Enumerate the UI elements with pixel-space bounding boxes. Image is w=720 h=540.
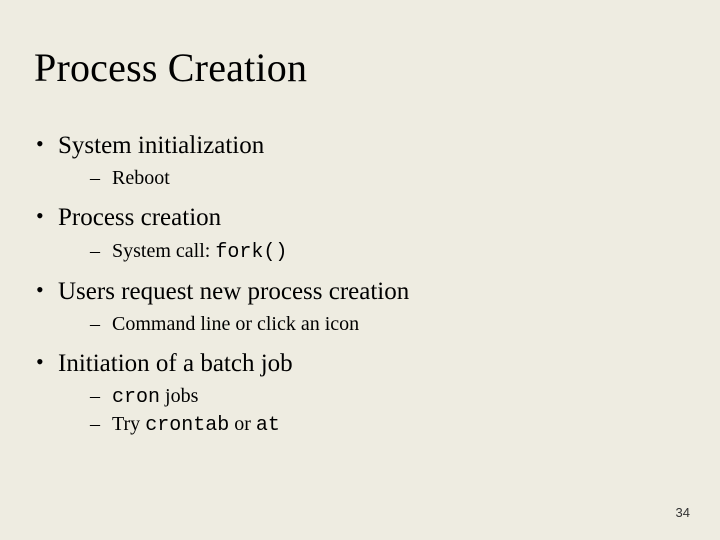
sub-item: Try crontab or at — [58, 411, 680, 439]
sub-prefix: Try — [112, 413, 145, 435]
sub-text: Reboot — [112, 167, 170, 189]
sub-suffix: jobs — [160, 385, 198, 407]
code-text: cron — [112, 386, 160, 409]
bullet-item: System initialization Reboot — [34, 130, 680, 192]
sub-item: Command line or click an icon — [58, 311, 680, 338]
slide-title: Process Creation — [34, 44, 307, 91]
sub-list: Reboot — [58, 165, 680, 192]
code-text: fork() — [215, 241, 287, 264]
bullet-text: Users request new process creation — [58, 278, 409, 305]
sub-text: Command line or click an icon — [112, 313, 359, 335]
bullet-item: Process creation System call: fork() — [34, 202, 680, 265]
sub-mid: or — [229, 413, 256, 435]
bullet-text: System initialization — [58, 132, 264, 159]
sub-list: Command line or click an icon — [58, 311, 680, 338]
sub-list: cron jobs Try crontab or at — [58, 383, 680, 439]
sub-item: cron jobs — [58, 383, 680, 411]
code-text: at — [256, 414, 280, 437]
bullet-text: Process creation — [58, 204, 221, 231]
bullet-item: Initiation of a batch job cron jobs Try … — [34, 348, 680, 439]
sub-list: System call: fork() — [58, 238, 680, 266]
slide: Process Creation System initialization R… — [0, 0, 720, 540]
bullet-text: Initiation of a batch job — [58, 350, 293, 377]
sub-item: Reboot — [58, 165, 680, 192]
code-text: crontab — [145, 414, 229, 437]
slide-content: System initialization Reboot Process cre… — [34, 130, 680, 449]
sub-prefix: System call: — [112, 240, 215, 262]
bullet-list: System initialization Reboot Process cre… — [34, 130, 680, 439]
bullet-item: Users request new process creation Comma… — [34, 276, 680, 338]
page-number: 34 — [676, 505, 690, 520]
sub-item: System call: fork() — [58, 238, 680, 266]
